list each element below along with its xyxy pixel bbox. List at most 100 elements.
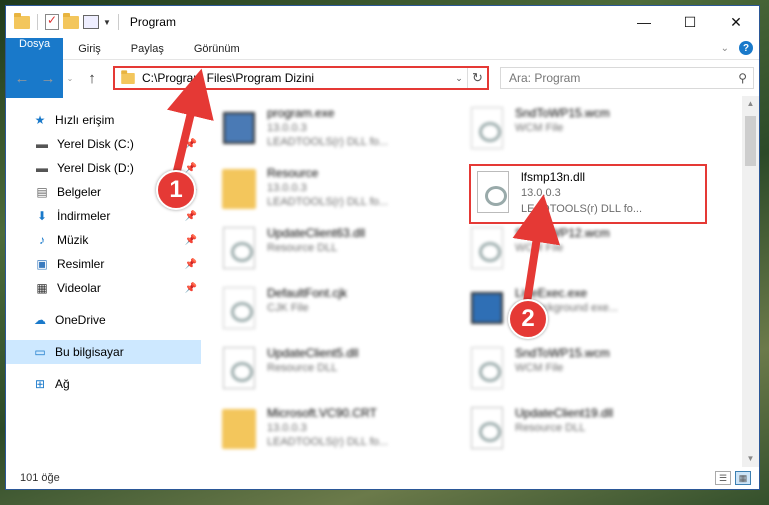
file-item[interactable]: Microsoft.VC90.CRT 13.0.0.3 LEADTOOLS(r) D… [221,402,469,462]
sidebar-item-this-pc[interactable]: ▭ Bu bilgisayar [6,340,201,364]
sidebar-item-label: İndirmeler [57,209,111,223]
new-folder-icon[interactable] [63,12,79,29]
sidebar-item-label: OneDrive [55,313,106,327]
music-icon: ♪ [39,233,45,247]
separator [117,14,119,30]
address-bar[interactable]: C:\Program Files\Program Dizini ⌄ ↻ [113,66,489,90]
sidebar-item-music[interactable]: ♪ Müzik 📌 [6,228,201,252]
up-button[interactable]: ↑ [84,70,100,87]
item-count: 101 öğe [20,472,60,484]
file-description: LEADTOOLS(r) DLL fo... [521,203,643,215]
file-item[interactable]: DefaultFont.cjk CJK File [221,282,469,342]
address-dropdown-icon[interactable]: ⌄ [451,73,467,84]
refresh-button[interactable]: ↻ [467,68,487,88]
sidebar-item-label: Resimler [57,257,105,271]
sidebar-item-network[interactable]: ⊞ Ağ [6,372,201,396]
search-input[interactable]: Ara: Program ⚲ [500,67,754,89]
maximize-button[interactable]: ☐ [667,6,713,38]
window-title: Program [129,15,176,29]
navigation-pane: ★ Hızlı erişim ▬ Yerel Disk (C:) 📌 ▬ Yer… [6,96,201,467]
dll-icon [221,346,257,390]
sidebar-item-label: Yerel Disk (C:) [57,137,134,151]
tab-home[interactable]: Giriş [63,38,116,59]
network-icon: ⊞ [34,377,46,391]
details-view-icon[interactable]: ☰ [715,471,731,485]
file-version: 13.0.0.3 [521,187,561,199]
scroll-up-arrow-icon[interactable]: ▲ [742,96,759,112]
file-item[interactable]: SndToWP15.wcm WCM File [469,342,717,402]
tab-share[interactable]: Paylaş [116,38,179,59]
forward-button[interactable]: → [40,70,56,87]
sidebar-item-videos[interactable]: ▦ Videolar 📌 [6,276,201,300]
close-button[interactable]: ✕ [713,6,759,38]
file-list-pane: program.exe 13.0.0.3 LEADTOOLS(r) DLL fo..… [201,96,759,467]
highlighted-file-item[interactable]: lfsmp13n.dll 13.0.0.3 LEADTOOLS(r) DLL f… [469,164,707,224]
dll-icon [469,406,505,450]
back-button[interactable]: ← [14,70,30,87]
file-item[interactable]: SndToWP12.wcm WCM File [469,222,717,282]
search-icon[interactable]: ⚲ [738,71,747,85]
videos-icon: ▦ [36,281,48,295]
file-item[interactable]: SndToWP15.wcm WCM File [469,102,717,162]
cloud-icon: ☁ [34,313,46,327]
exe-icon [221,106,257,150]
sidebar-item-label: Yerel Disk (D:) [57,161,134,175]
sidebar-item-onedrive[interactable]: ☁ OneDrive [6,308,201,332]
vertical-scrollbar[interactable]: ▲ ▼ [742,96,759,467]
file-item[interactable]: UpdateClient5.dll Resource DLL [221,342,469,402]
pin-icon: 📌 [184,282,197,294]
address-path[interactable]: C:\Program Files\Program Dizini [142,71,451,85]
file-name: lfsmp13n.dll [521,170,586,184]
step-1-badge: 1 [156,170,196,210]
ribbon-tabs: Dosya Giriş Paylaş Görünüm ⌄ ? [6,38,759,98]
file-icon [221,286,257,330]
dll-icon [475,170,511,214]
sidebar-item-pictures[interactable]: ▣ Resimler 📌 [6,252,201,276]
search-placeholder: Ara: Program [509,71,581,85]
title-bar: ▼ Program — ☐ ✕ [6,6,759,38]
file-icon [469,346,505,390]
folder-icon [14,12,30,29]
window-controls: — ☐ ✕ [621,6,759,38]
sidebar-item-quick-access[interactable]: ★ Hızlı erişim [6,108,201,132]
pin-icon: 📌 [184,234,197,246]
properties-check-icon[interactable] [45,13,59,30]
sidebar-item-label: Hızlı erişim [55,113,115,127]
folder-icon [221,406,257,450]
recent-locations-icon[interactable]: ⌄ [66,74,74,83]
file-icon [469,106,505,150]
navigation-bar: ← → ⌄ ↑ C:\Program Files\Program Dizini … [6,60,759,96]
expand-ribbon-icon[interactable]: ⌄ [721,43,729,54]
tiles-view-icon[interactable]: ▦ [735,471,751,485]
file-grid: program.exe 13.0.0.3 LEADTOOLS(r) DLL fo..… [221,102,717,462]
tab-view[interactable]: Görünüm [179,38,255,59]
pictures-icon: ▣ [36,257,48,271]
help-icon[interactable]: ? [739,41,753,55]
scroll-thumb[interactable] [745,116,756,166]
pin-icon: 📌 [184,162,197,174]
properties-icon[interactable] [83,15,99,29]
minimize-button[interactable]: — [621,6,667,38]
explorer-window: ▼ Program — ☐ ✕ Dosya Giriş Paylaş Görün… [5,5,760,490]
sidebar-item-label: Bu bilgisayar [55,345,124,359]
customize-dropdown-icon[interactable]: ▼ [103,18,111,27]
file-item[interactable]: UpdateClient63.dll Resource DLL [221,222,469,282]
pin-icon: 📌 [184,138,197,150]
sidebar-item-local-disk-c[interactable]: ▬ Yerel Disk (C:) 📌 [6,132,201,156]
pin-icon: 📌 [184,258,197,270]
file-item[interactable]: Resource 13.0.0.3 LEADTOOLS(r) DLL fo... [221,162,469,222]
sidebar-item-label: Belgeler [57,185,102,199]
view-switcher: ☰ ▦ [715,471,751,485]
file-item[interactable]: UpdateClient19.dll Resource DLL [469,402,717,462]
computer-icon: ▭ [34,345,46,359]
sidebar-item-label: Ağ [55,377,70,391]
file-item[interactable]: LineExec.exe LY background exe... [469,282,717,342]
dll-icon [221,226,257,270]
drive-icon: ▬ [36,161,48,175]
content-area: ★ Hızlı erişim ▬ Yerel Disk (C:) 📌 ▬ Yer… [6,96,759,467]
file-item[interactable]: program.exe 13.0.0.3 LEADTOOLS(r) DLL fo..… [221,102,469,162]
download-icon: ⬇ [36,209,48,223]
scroll-down-arrow-icon[interactable]: ▼ [742,451,759,467]
ribbon-right-controls: ⌄ ? [721,41,753,55]
status-bar: 101 öğe ☰ ▦ [6,467,759,489]
